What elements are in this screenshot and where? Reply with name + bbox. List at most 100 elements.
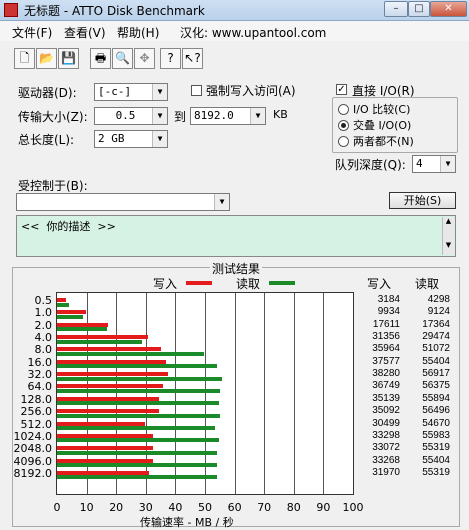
start-button[interactable]: 开始(S): [389, 192, 456, 209]
transfer-to-select[interactable]: 8192.0 ▼: [190, 107, 266, 125]
drive-value: [-c-]: [98, 85, 132, 98]
write-bar: [57, 298, 67, 302]
x-tick-label: 0: [53, 501, 61, 514]
force-write-checkbox[interactable]: [191, 85, 202, 96]
description-scrollbar[interactable]: ▲ ▼: [442, 217, 454, 255]
radio-io-compare[interactable]: [338, 104, 349, 115]
read-value: 55404: [422, 355, 450, 367]
write-value: 30499: [372, 417, 400, 429]
new-file-icon[interactable]: 🗋: [14, 48, 35, 69]
kb-label: KB: [273, 108, 288, 121]
write-bar: [57, 433, 154, 438]
y-tick-label: 2.0: [34, 318, 53, 332]
write-bar: [57, 372, 168, 377]
total-length-value: 2 GB: [98, 132, 125, 145]
write-bar: [57, 458, 154, 463]
help-icon[interactable]: ?: [160, 48, 181, 69]
description-text: << 你的描述 >>: [21, 220, 116, 233]
maximize-button[interactable]: □: [408, 1, 430, 17]
queue-depth-select[interactable]: 4 ▼: [412, 155, 456, 173]
y-tick-label: 1024.0: [13, 429, 53, 443]
save-icon[interactable]: 💾: [58, 48, 79, 69]
open-folder-icon[interactable]: 📂: [36, 48, 57, 69]
read-value: 55319: [422, 466, 450, 478]
to-label: 到: [174, 110, 187, 124]
radio-overlap-io-label: 交叠 I/O(O): [353, 119, 412, 132]
menu-view[interactable]: 查看(V): [64, 24, 106, 41]
y-tick-label: 32.0: [27, 368, 53, 382]
write-bar: [57, 384, 164, 389]
y-tick-label: 4096.0: [13, 454, 53, 468]
radio-neither[interactable]: [338, 136, 349, 147]
menu-help[interactable]: 帮助(H): [117, 24, 159, 41]
close-button[interactable]: ✕: [430, 1, 467, 17]
write-value: 37577: [372, 355, 400, 367]
write-value: 33268: [372, 454, 400, 466]
read-value: 56496: [422, 405, 450, 417]
x-tick-label: 10: [79, 501, 94, 514]
chevron-down-icon: ▼: [214, 194, 229, 210]
read-value: 54670: [422, 417, 450, 429]
write-value: 9934: [377, 306, 400, 318]
y-tick-label: 16.0: [27, 355, 53, 369]
read-bar: [57, 450, 217, 455]
read-bar: [57, 339, 143, 344]
read-bar: [57, 364, 218, 369]
menu-file[interactable]: 文件(F): [12, 24, 52, 41]
controlled-by-label: 受控制于(B):: [18, 179, 88, 193]
drive-select[interactable]: [-c-] ▼: [94, 83, 168, 101]
write-bar: [57, 446, 153, 451]
description-field[interactable]: << 你的描述 >> ▲ ▼: [16, 215, 456, 257]
move-icon[interactable]: ✥: [134, 48, 155, 69]
grid-line: [323, 293, 325, 494]
write-value: 36749: [372, 380, 400, 392]
write-bar: [57, 409, 159, 414]
read-value: 55404: [422, 454, 450, 466]
legend-write-swatch: [186, 281, 212, 285]
radio-overlap-io[interactable]: [338, 120, 349, 131]
read-bar: [57, 314, 84, 319]
y-tick-label: 128.0: [20, 392, 53, 406]
grid-line: [234, 293, 236, 494]
read-bar: [57, 475, 217, 480]
chevron-down-icon: ▼: [250, 108, 265, 124]
read-bar: [57, 438, 219, 443]
read-bar: [57, 463, 218, 468]
read-bar: [57, 426, 216, 430]
print-preview-icon[interactable]: 🔍: [112, 48, 133, 69]
legend-write-label: 写入: [153, 277, 178, 291]
direct-io-checkbox[interactable]: ✓: [336, 84, 347, 95]
controlled-by-select[interactable]: ▼: [16, 193, 230, 211]
context-help-icon[interactable]: ↖?: [182, 48, 203, 69]
grid-line: [293, 293, 295, 494]
chevron-down-icon: ▼: [152, 131, 167, 147]
write-bar: [57, 396, 159, 401]
x-tick-label: 30: [138, 501, 153, 514]
total-length-label: 总长度(L):: [18, 133, 75, 147]
x-tick-label: 60: [227, 501, 242, 514]
read-bar: [57, 413, 221, 418]
read-bar: [57, 351, 205, 356]
x-tick-label: 50: [198, 501, 212, 514]
transfer-size-label: 传输大小(Z):: [18, 110, 88, 124]
queue-depth-value: 4: [416, 157, 423, 170]
force-write-label: 强制写入访问(A): [206, 84, 296, 98]
read-column-header: 读取: [415, 277, 440, 291]
read-value: 51072: [422, 343, 450, 355]
app-icon: [4, 3, 18, 17]
print-icon[interactable]: 🖶: [90, 48, 111, 69]
write-value: 3184: [377, 294, 400, 305]
write-bar: [57, 359, 166, 364]
chevron-down-icon: ▼: [152, 108, 167, 124]
total-length-select[interactable]: 2 GB ▼: [94, 130, 168, 148]
radio-io-compare-label: I/O 比较(C): [353, 103, 411, 116]
menu-localization[interactable]: 汉化: www.upantool.com: [180, 24, 326, 41]
x-tick-label: 90: [316, 501, 331, 514]
minimize-button[interactable]: –: [384, 1, 408, 17]
read-bar: [57, 302, 70, 307]
transfer-from-select[interactable]: 0.5 ▼: [94, 107, 168, 125]
write-column-header: 写入: [367, 277, 392, 291]
read-bar: [57, 388, 221, 393]
write-value: 33298: [372, 429, 400, 441]
read-bar: [57, 327, 108, 332]
